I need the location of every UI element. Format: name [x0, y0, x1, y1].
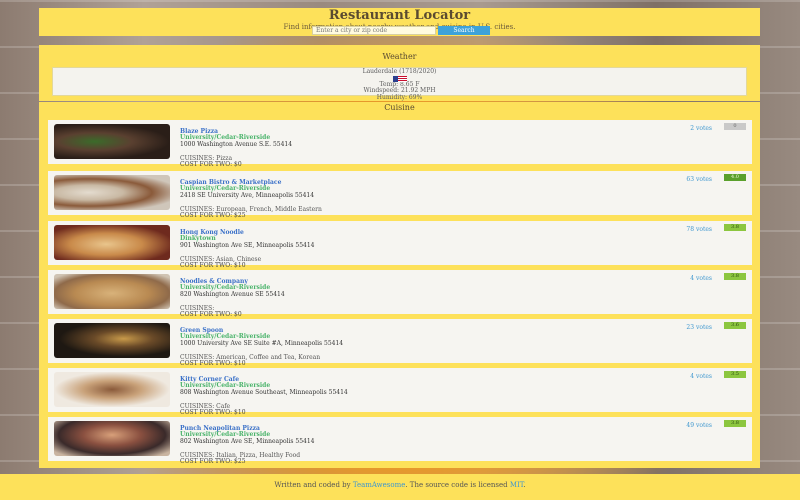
rating-badge: 3.8	[724, 420, 746, 427]
cuisine-panel: Cuisine Blaze Pizza University/Cedar-Riv…	[39, 102, 760, 468]
rating-badge: 0	[724, 123, 746, 130]
restaurant-address: 901 Washington Ave SE, Minneapolis 55414	[180, 242, 315, 249]
search-bar: Search	[312, 26, 490, 35]
restaurant-card[interactable]: Punch Neapolitan Pizza University/Cedar-…	[48, 417, 752, 465]
rating-badge: 3.8	[724, 273, 746, 280]
restaurant-cost: COST FOR TWO: $10	[180, 409, 246, 416]
cafe-interior-photo	[54, 323, 170, 358]
footer-suffix: .	[523, 481, 526, 489]
team-link[interactable]: TeamAwesome	[353, 481, 406, 489]
plated-food-photo	[54, 175, 170, 210]
page-title: Restaurant Locator	[328, 8, 471, 23]
weather-section-title: Weather	[382, 52, 417, 61]
restaurant-address: 1000 Washington Avenue S.E. 55414	[180, 141, 293, 148]
pastry-tray-photo	[54, 372, 170, 407]
restaurant-card[interactable]: Hong Kong Noodle Dinkytown 901 Washingto…	[48, 221, 752, 269]
restaurant-address: 2418 SE University Ave, Minneapolis 5541…	[180, 192, 315, 199]
pizza-chef-photo	[54, 421, 170, 456]
restaurant-cost: COST FOR TWO: $10	[180, 360, 246, 367]
restaurant-info: Kitty Corner Cafe University/Cedar-River…	[180, 377, 630, 416]
search-button[interactable]: Search	[438, 26, 490, 35]
rating-badge: 3.6	[724, 322, 746, 329]
restaurant-address: 820 Washington Avenue SE 55414	[180, 291, 285, 298]
restaurant-info: Green Spoon University/Cedar-Riverside 1…	[180, 328, 630, 367]
restaurant-cost: COST FOR TWO: $0	[180, 161, 242, 168]
header: Restaurant Locator Find information abou…	[39, 8, 760, 36]
weather-humidity: Humidity: 69%	[376, 93, 423, 101]
restaurant-address: 802 Washington Ave SE, Minneapolis 55414	[180, 438, 315, 445]
footer: Written and coded by TeamAwesome. The so…	[0, 474, 800, 500]
us-flag-icon	[392, 75, 408, 82]
restaurant-card[interactable]: Kitty Corner Cafe University/Cedar-River…	[48, 368, 752, 416]
restaurant-info: Caspian Bistro & Marketplace University/…	[180, 180, 630, 219]
restaurant-votes: 78 votes	[686, 226, 712, 233]
restaurant-cost: COST FOR TWO: $0	[180, 311, 242, 318]
page: Restaurant Locator Find information abou…	[0, 0, 800, 500]
restaurant-info: Blaze Pizza University/Cedar-Riverside 1…	[180, 129, 630, 168]
dumplings-photo	[54, 274, 170, 309]
restaurant-info: Punch Neapolitan Pizza University/Cedar-…	[180, 426, 630, 465]
restaurant-card[interactable]: Noodles & Company University/Cedar-River…	[48, 270, 752, 318]
restaurant-info: Noodles & Company University/Cedar-River…	[180, 279, 630, 318]
noodle-bowl-photo	[54, 225, 170, 260]
footer-middle: . The source code is licensed	[405, 481, 510, 489]
restaurant-address: 1000 University Ave SE Suite #A, Minneap…	[180, 340, 344, 347]
weather-panel: Weather Lauderdale (1718/2020) Temp: 8.6…	[39, 45, 760, 101]
restaurant-cost: COST FOR TWO: $10	[180, 262, 246, 269]
rating-badge: 3.8	[724, 224, 746, 231]
restaurant-votes: 4 votes	[690, 275, 712, 282]
rating-badge: 3.5	[724, 371, 746, 378]
restaurant-card[interactable]: Green Spoon University/Cedar-Riverside 1…	[48, 319, 752, 367]
footer-prefix: Written and coded by	[274, 481, 353, 489]
restaurant-address: 808 Washington Avenue Southeast, Minneap…	[180, 389, 348, 396]
weather-location: Lauderdale (1718/2020)	[362, 68, 437, 75]
weather-card: Lauderdale (1718/2020) Temp: 8.65 F Wind…	[52, 67, 747, 100]
salad-photo	[54, 124, 170, 159]
restaurant-votes: 63 votes	[686, 176, 712, 183]
cuisine-section-title: Cuisine	[384, 103, 415, 112]
rating-badge: 4.0	[724, 174, 746, 181]
restaurant-card[interactable]: Caspian Bistro & Marketplace University/…	[48, 171, 752, 219]
restaurant-votes: 49 votes	[686, 422, 712, 429]
restaurant-card[interactable]: Blaze Pizza University/Cedar-Riverside 1…	[48, 120, 752, 168]
restaurant-cost: COST FOR TWO: $25	[180, 212, 246, 219]
restaurant-votes: 4 votes	[690, 373, 712, 380]
search-input[interactable]	[312, 26, 436, 35]
restaurant-votes: 2 votes	[690, 125, 712, 132]
restaurant-votes: 23 votes	[686, 324, 712, 331]
restaurant-info: Hong Kong Noodle Dinkytown 901 Washingto…	[180, 230, 630, 269]
license-link[interactable]: MIT	[510, 481, 524, 489]
restaurant-cost: COST FOR TWO: $25	[180, 458, 246, 465]
